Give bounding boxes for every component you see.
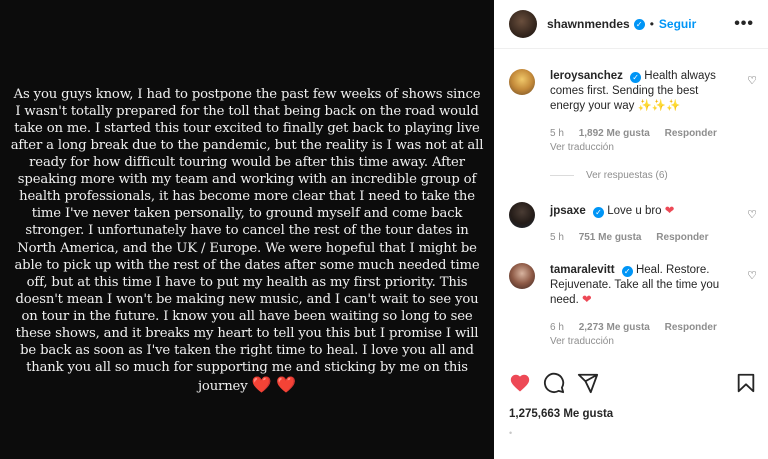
comment-meta: 6 h 2,273 Me gusta Responder [550, 322, 729, 333]
comment-body: tamaralevitt ✓ Heal. Restore. Rejuvenate… [550, 263, 730, 308]
avatar[interactable] [509, 202, 535, 228]
share-icon[interactable] [577, 372, 601, 396]
avatar[interactable] [509, 263, 535, 289]
sparkles-emoji: ✨✨✨ [637, 100, 681, 112]
more-options-icon[interactable]: ••• [734, 15, 754, 33]
heart-emoji: ❤ [664, 205, 675, 217]
see-translation-link[interactable]: Ver traducción [550, 336, 614, 347]
post-statement: As you guys know, I had to postpone the … [10, 86, 484, 395]
post-side-panel: shawnmendes ✓ • Seguir ••• leroysanchez … [494, 0, 768, 459]
comment-like-heart-icon[interactable]: ♡ [747, 74, 757, 87]
comment-likes[interactable]: 2,273 Me gusta [579, 322, 650, 333]
verified-badge-icon: ✓ [633, 18, 645, 30]
post-caption-image-text: As you guys know, I had to postpone the … [10, 86, 484, 396]
comment-like-heart-icon[interactable]: ♡ [747, 269, 757, 282]
comment-username[interactable]: tamaralevitt [550, 264, 615, 276]
save-bookmark-icon[interactable] [735, 372, 759, 396]
comment-item: jpsaxe ✓ Love u bro ❤ 5 h 751 Me gusta R… [509, 202, 759, 247]
verified-badge-icon: ✓ [630, 72, 642, 83]
comment-meta: 5 h 751 Me gusta Responder [550, 232, 721, 243]
comment-item: tamaralevitt ✓ Heal. Restore. Rejuvenate… [509, 263, 759, 353]
comment-time: 5 h [550, 128, 564, 139]
post-image: As you guys know, I had to postpone the … [0, 0, 494, 459]
follow-button[interactable]: Seguir [659, 17, 696, 31]
heart-emoji: ❤ [581, 294, 592, 306]
comment-text: Love u bro [607, 205, 662, 217]
verified-badge-icon: ✓ [621, 266, 633, 277]
comment-time: 5 h [550, 232, 564, 243]
header-separator: • [649, 17, 654, 31]
view-replies-link[interactable]: Ver respuestas (6) [550, 170, 668, 181]
post-header: shawnmendes ✓ • Seguir ••• [494, 0, 768, 49]
comment-item: leroysanchez ✓ Health always comes first… [509, 69, 759, 189]
comment-bubble-icon [544, 372, 565, 394]
comment-icon[interactable] [543, 372, 567, 396]
author-username[interactable]: shawnmendes [547, 17, 630, 31]
reply-button[interactable]: Responder [656, 232, 708, 243]
bookmark-icon [737, 373, 755, 393]
comment-body: leroysanchez ✓ Health always comes first… [550, 69, 730, 114]
comment-like-heart-icon[interactable]: ♡ [747, 208, 757, 221]
heart-filled-icon [510, 374, 530, 392]
like-heart-icon[interactable] [509, 372, 533, 396]
avatar[interactable] [509, 69, 535, 95]
comment-time: 6 h [550, 322, 564, 333]
post-hearts: ❤️ ❤️ [251, 375, 297, 395]
post-likes-count[interactable]: 1,275,663 Me gusta [509, 408, 613, 420]
verified-badge-icon: ✓ [593, 207, 605, 218]
post-actions-bar [509, 372, 761, 396]
comment-likes[interactable]: 751 Me gusta [579, 232, 642, 243]
comment-username[interactable]: leroysanchez [550, 70, 623, 82]
comment-meta: 5 h 1,892 Me gusta Responder [550, 128, 729, 139]
avatar[interactable] [509, 10, 537, 38]
comment-username[interactable]: jpsaxe [550, 205, 586, 217]
comment-body: jpsaxe ✓ Love u bro ❤ [550, 204, 730, 219]
replies-divider [550, 175, 574, 176]
reply-button[interactable]: Responder [665, 322, 717, 333]
see-translation-link[interactable]: Ver traducción [550, 142, 614, 153]
comment-likes[interactable]: 1,892 Me gusta [579, 128, 650, 139]
paper-plane-icon [577, 373, 599, 394]
view-replies-label[interactable]: Ver respuestas (6) [586, 170, 668, 181]
timestamp-dot: • [509, 428, 513, 438]
reply-button[interactable]: Responder [665, 128, 717, 139]
